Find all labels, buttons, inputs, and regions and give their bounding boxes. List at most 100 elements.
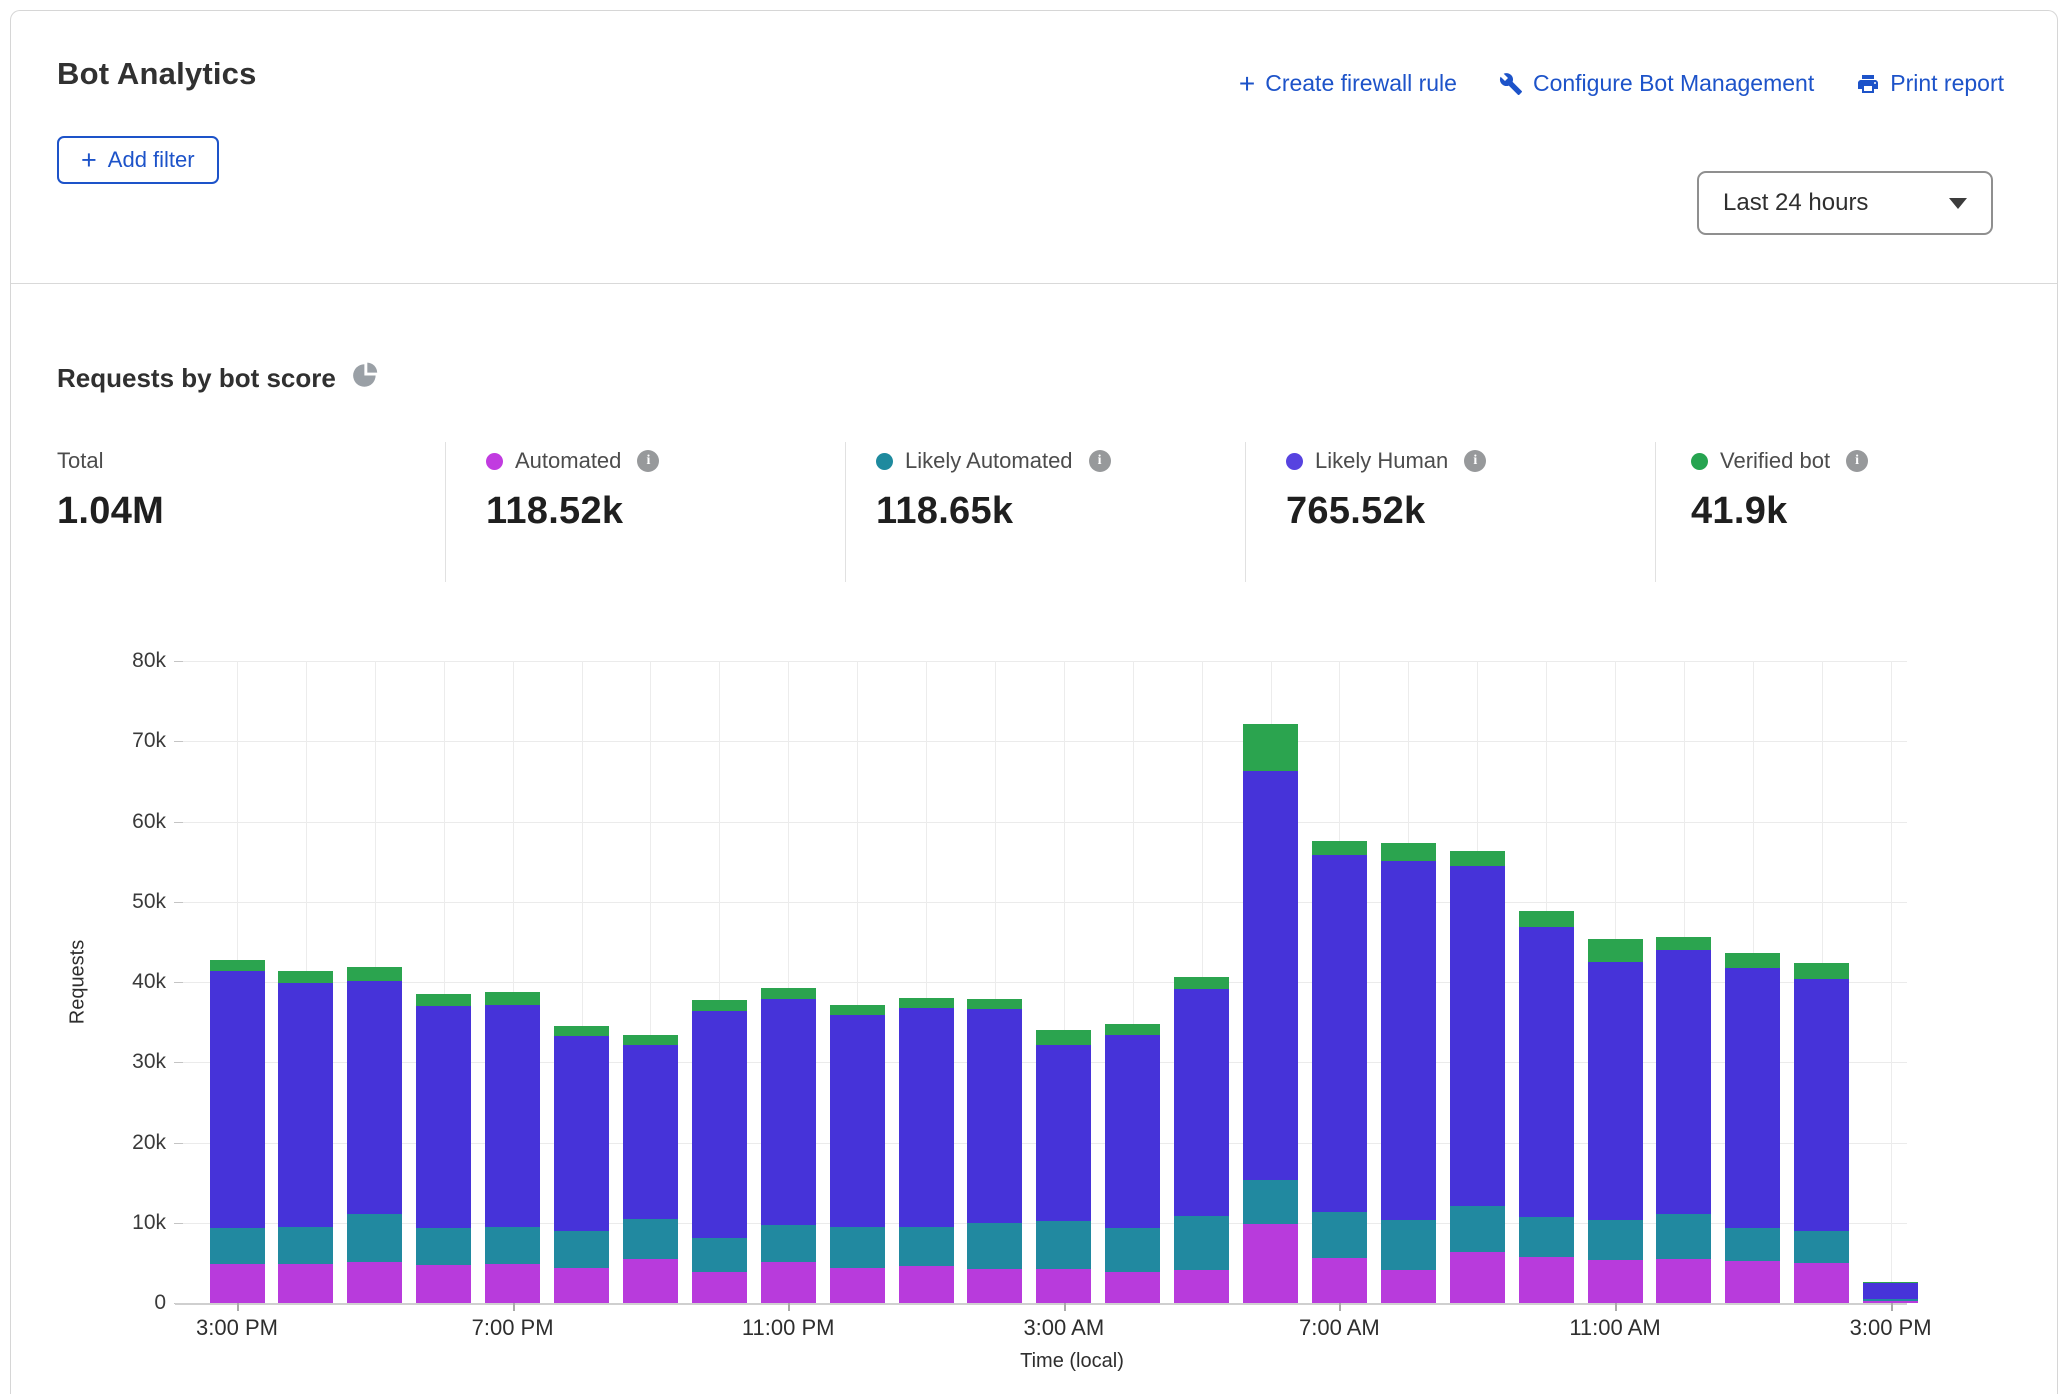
bar-segment-likely-automated[interactable]: [278, 1227, 333, 1265]
stacked-bar-300am[interactable]: [1036, 1030, 1091, 1303]
bar-segment-likely-automated[interactable]: [1381, 1220, 1436, 1271]
bar-segment-verified-bot[interactable]: [210, 960, 265, 971]
bar-segment-automated[interactable]: [1036, 1269, 1091, 1304]
stacked-bar-1100am[interactable]: [1588, 939, 1643, 1303]
bar-segment-likely-automated[interactable]: [1794, 1231, 1849, 1263]
bar-segment-automated[interactable]: [761, 1262, 816, 1303]
bar-segment-likely-human[interactable]: [1312, 855, 1367, 1212]
bar-segment-likely-automated[interactable]: [1105, 1228, 1160, 1272]
bar-segment-likely-human[interactable]: [1381, 861, 1436, 1220]
bar-segment-verified-bot[interactable]: [1588, 939, 1643, 961]
print-report-link[interactable]: Print report: [1856, 70, 2004, 97]
stacked-bar-200pm[interactable]: [1794, 963, 1849, 1303]
bar-segment-likely-human[interactable]: [1105, 1035, 1160, 1228]
bar-segment-automated[interactable]: [692, 1272, 747, 1303]
bar-segment-likely-automated[interactable]: [1656, 1214, 1711, 1259]
bar-segment-automated[interactable]: [1725, 1261, 1780, 1303]
bar-segment-automated[interactable]: [1588, 1260, 1643, 1303]
bar-segment-likely-human[interactable]: [1725, 968, 1780, 1228]
bar-segment-likely-human[interactable]: [967, 1009, 1022, 1223]
bar-segment-likely-automated[interactable]: [830, 1227, 885, 1268]
bar-segment-likely-automated[interactable]: [1725, 1228, 1780, 1261]
stacked-bar-1200pm[interactable]: [1656, 937, 1711, 1303]
stacked-bar-1100pm[interactable]: [761, 988, 816, 1303]
bar-segment-automated[interactable]: [1381, 1270, 1436, 1303]
bar-segment-likely-human[interactable]: [1450, 866, 1505, 1205]
bar-segment-likely-human[interactable]: [1588, 962, 1643, 1220]
bar-segment-automated[interactable]: [1519, 1257, 1574, 1303]
bar-segment-automated[interactable]: [485, 1264, 540, 1303]
stacked-bar-600pm[interactable]: [416, 994, 471, 1303]
bar-segment-likely-human[interactable]: [1174, 989, 1229, 1215]
bar-segment-likely-automated[interactable]: [210, 1228, 265, 1265]
bar-segment-likely-human[interactable]: [1794, 979, 1849, 1231]
stacked-bar-100am[interactable]: [899, 998, 954, 1303]
bar-segment-verified-bot[interactable]: [1519, 911, 1574, 927]
bar-segment-likely-human[interactable]: [761, 999, 816, 1225]
bar-segment-verified-bot[interactable]: [485, 992, 540, 1004]
bar-segment-verified-bot[interactable]: [1794, 963, 1849, 979]
bar-segment-automated[interactable]: [1656, 1259, 1711, 1303]
bar-segment-automated[interactable]: [347, 1262, 402, 1303]
stacked-bar-1000pm[interactable]: [692, 1000, 747, 1303]
bar-segment-likely-automated[interactable]: [1312, 1212, 1367, 1258]
stacked-bar-300pm[interactable]: [1863, 1282, 1918, 1303]
bar-segment-automated[interactable]: [210, 1264, 265, 1303]
bar-segment-likely-automated[interactable]: [761, 1225, 816, 1262]
requests-bar-chart[interactable]: 3:00 PM7:00 PM11:00 PM3:00 AM7:00 AM11:0…: [183, 661, 1913, 1303]
bar-segment-verified-bot[interactable]: [1312, 841, 1367, 855]
bar-segment-likely-automated[interactable]: [1036, 1221, 1091, 1268]
bar-segment-likely-automated[interactable]: [416, 1228, 471, 1265]
bar-segment-verified-bot[interactable]: [692, 1000, 747, 1010]
bar-segment-verified-bot[interactable]: [347, 967, 402, 981]
bar-segment-verified-bot[interactable]: [967, 999, 1022, 1009]
add-filter-button[interactable]: + Add filter: [57, 136, 219, 184]
stacked-bar-400am[interactable]: [1105, 1024, 1160, 1303]
stacked-bar-200am[interactable]: [967, 999, 1022, 1303]
stacked-bar-900am[interactable]: [1450, 851, 1505, 1303]
bar-segment-likely-human[interactable]: [1519, 927, 1574, 1217]
bar-segment-likely-human[interactable]: [1036, 1045, 1091, 1222]
bar-segment-likely-automated[interactable]: [485, 1227, 540, 1265]
bar-segment-verified-bot[interactable]: [623, 1035, 678, 1045]
stacked-bar-500pm[interactable]: [347, 967, 402, 1303]
bar-segment-verified-bot[interactable]: [1450, 851, 1505, 866]
stacked-bar-700am[interactable]: [1312, 841, 1367, 1303]
bar-segment-likely-human[interactable]: [1863, 1283, 1918, 1299]
bar-segment-automated[interactable]: [967, 1269, 1022, 1304]
time-range-select[interactable]: Last 24 hours: [1697, 171, 1993, 235]
bar-segment-likely-human[interactable]: [692, 1011, 747, 1238]
bar-segment-likely-automated[interactable]: [623, 1219, 678, 1259]
stacked-bar-800am[interactable]: [1381, 843, 1436, 1303]
info-icon[interactable]: i: [637, 450, 659, 472]
stacked-bar-700pm[interactable]: [485, 992, 540, 1303]
bar-segment-likely-automated[interactable]: [692, 1238, 747, 1272]
bar-segment-likely-human[interactable]: [623, 1045, 678, 1219]
configure-bot-management-link[interactable]: Configure Bot Management: [1499, 70, 1814, 97]
bar-segment-verified-bot[interactable]: [1036, 1030, 1091, 1044]
bar-segment-verified-bot[interactable]: [278, 971, 333, 983]
bar-segment-automated[interactable]: [278, 1264, 333, 1303]
bar-segment-likely-human[interactable]: [347, 981, 402, 1214]
bar-segment-verified-bot[interactable]: [830, 1005, 885, 1015]
bar-segment-likely-human[interactable]: [210, 971, 265, 1228]
bar-segment-verified-bot[interactable]: [554, 1026, 609, 1036]
bar-segment-verified-bot[interactable]: [1725, 953, 1780, 968]
bar-segment-likely-automated[interactable]: [554, 1231, 609, 1268]
info-icon[interactable]: i: [1846, 450, 1868, 472]
bar-segment-automated[interactable]: [1174, 1270, 1229, 1303]
stacked-bar-600am[interactable]: [1243, 724, 1298, 1303]
bar-segment-verified-bot[interactable]: [1243, 724, 1298, 771]
bar-segment-likely-automated[interactable]: [1519, 1217, 1574, 1257]
bar-segment-verified-bot[interactable]: [899, 998, 954, 1008]
bar-segment-likely-automated[interactable]: [899, 1227, 954, 1266]
bar-segment-verified-bot[interactable]: [1656, 937, 1711, 950]
bar-segment-likely-automated[interactable]: [1174, 1216, 1229, 1271]
bar-segment-likely-automated[interactable]: [1588, 1220, 1643, 1260]
bar-segment-likely-human[interactable]: [899, 1008, 954, 1227]
bar-segment-automated[interactable]: [1243, 1224, 1298, 1303]
bar-segment-likely-automated[interactable]: [967, 1223, 1022, 1269]
stacked-bar-500am[interactable]: [1174, 977, 1229, 1303]
bar-segment-verified-bot[interactable]: [761, 988, 816, 998]
bar-segment-likely-human[interactable]: [485, 1005, 540, 1227]
